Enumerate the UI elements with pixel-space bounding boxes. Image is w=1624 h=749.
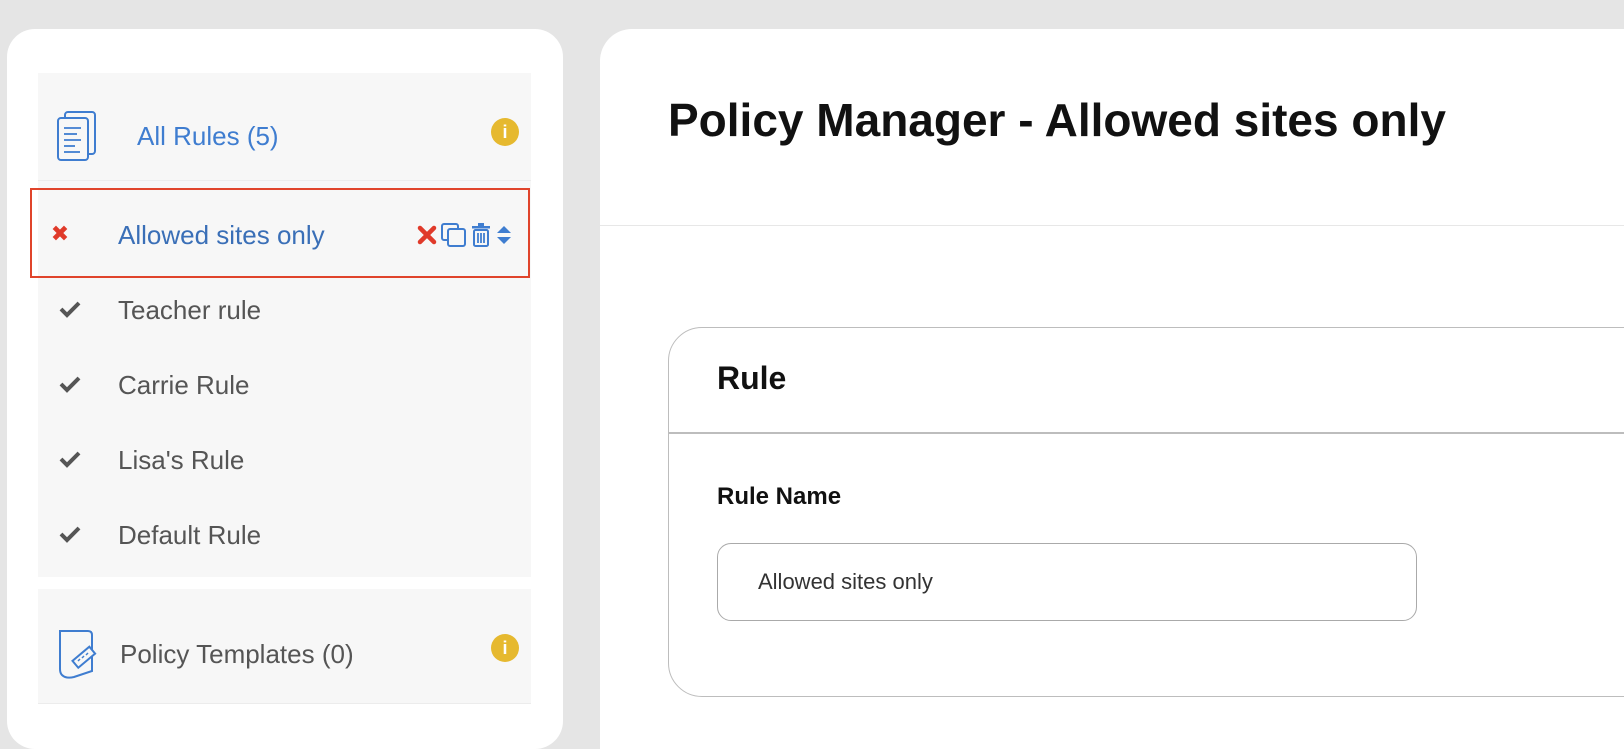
sort-icon[interactable]	[494, 222, 514, 248]
rule-card: Rule Rule Name	[668, 327, 1624, 697]
rule-name-input[interactable]	[717, 543, 1417, 621]
rule-label[interactable]: Lisa's Rule	[118, 445, 244, 476]
disable-icon[interactable]	[416, 224, 438, 246]
info-icon[interactable]: i	[491, 634, 519, 662]
rule-label[interactable]: Teacher rule	[118, 295, 261, 326]
policy-templates-header[interactable]: Policy Templates (0) i	[38, 589, 531, 704]
rule-item-carrie-rule[interactable]: Carrie Rule	[38, 351, 531, 421]
check-icon	[58, 373, 82, 397]
rule-actions	[416, 222, 514, 248]
rule-item-teacher-rule[interactable]: Teacher rule	[38, 276, 531, 346]
documents-icon	[57, 111, 96, 161]
rule-label[interactable]: Default Rule	[118, 520, 261, 551]
rule-label[interactable]: Carrie Rule	[118, 370, 250, 401]
info-icon[interactable]: i	[491, 118, 519, 146]
rule-name-label: Rule Name	[717, 483, 842, 510]
check-icon	[58, 523, 82, 547]
all-rules-label[interactable]: All Rules (5)	[137, 121, 279, 152]
rule-label[interactable]: Allowed sites only	[118, 220, 325, 251]
rule-card-title: Rule	[717, 360, 787, 396]
left-panel: All Rules (5) i ✖ Allowed sites only Tea…	[7, 29, 563, 749]
all-rules-header[interactable]: All Rules (5) i	[38, 73, 531, 181]
check-icon	[58, 448, 82, 472]
check-icon	[58, 298, 82, 322]
divider	[600, 225, 1624, 226]
rules-list: All Rules (5) i ✖ Allowed sites only Tea…	[30, 73, 531, 577]
copy-icon[interactable]	[440, 222, 468, 248]
page-title: Policy Manager - Allowed sites only	[668, 94, 1446, 146]
divider	[669, 432, 1624, 434]
trash-icon[interactable]	[470, 222, 492, 248]
rule-item-lisas-rule[interactable]: Lisa's Rule	[38, 426, 531, 496]
policy-templates-label[interactable]: Policy Templates (0)	[120, 639, 354, 670]
rule-item-allowed-sites-only[interactable]: ✖ Allowed sites only	[30, 188, 530, 278]
x-icon[interactable]: ✖	[48, 222, 72, 246]
template-ruler-icon	[59, 630, 97, 679]
rule-item-default-rule[interactable]: Default Rule	[38, 501, 531, 571]
main-panel: Policy Manager - Allowed sites only Rule…	[600, 29, 1624, 749]
